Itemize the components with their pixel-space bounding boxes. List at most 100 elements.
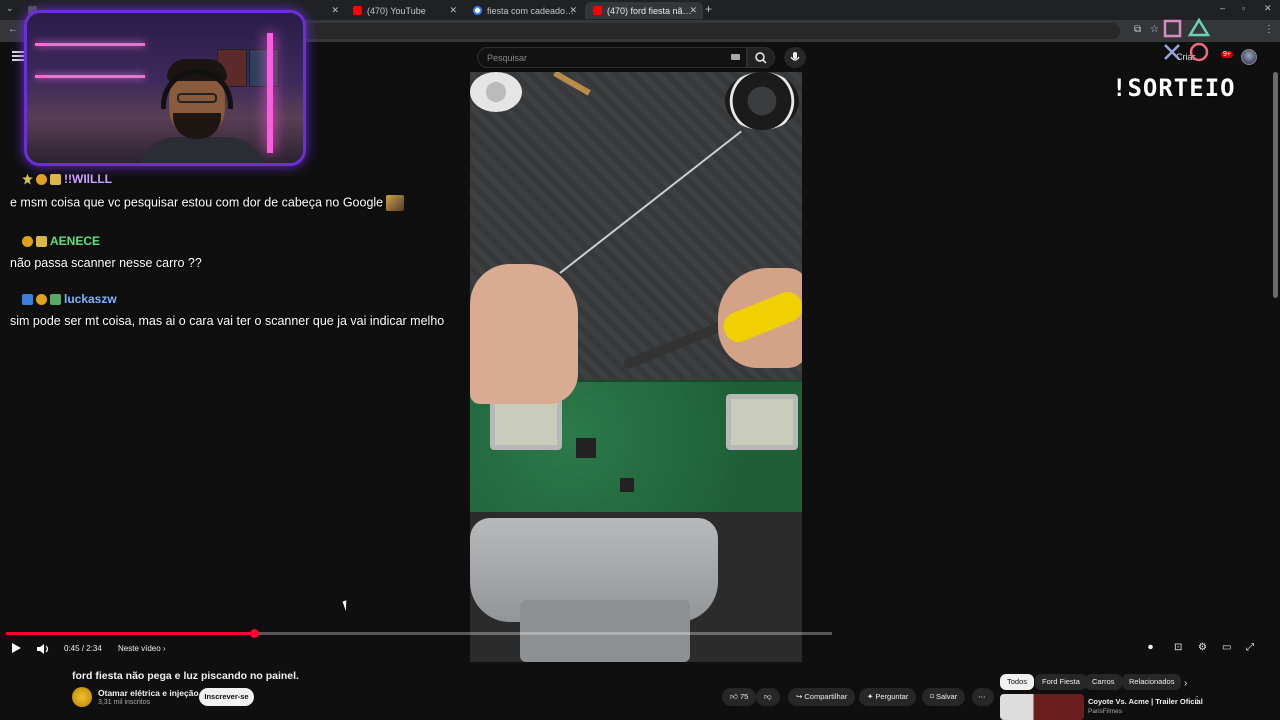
related-video-title[interactable]: Coyote Vs. Acme | Trailer Oficial [1088, 697, 1203, 706]
tab-close-icon[interactable]: ✕ [449, 5, 457, 16]
chat-message-1: e msm coisa que vc pesquisar estou com d… [10, 195, 405, 211]
tab-close-icon[interactable]: ✕ [331, 5, 339, 16]
close-window-icon[interactable]: ✕ [1264, 3, 1272, 14]
ask-button[interactable]: ✦ Perguntar [859, 688, 917, 706]
settings-gear-icon[interactable]: ⚙ [1198, 642, 1207, 653]
chip-relacionados[interactable]: Relacionados [1122, 674, 1182, 690]
share-button[interactable]: ↪ Compartilhar [788, 688, 856, 706]
related-more-icon[interactable]: ⋮ [1192, 695, 1202, 706]
badge-icon [36, 235, 47, 247]
badge-icon [22, 235, 33, 247]
more-actions-button[interactable]: ⋯ [972, 688, 994, 706]
bookmark-icon: ⌑ [930, 692, 934, 701]
related-video-thumbnail[interactable] [1000, 694, 1084, 720]
chips-next-icon[interactable]: › [1184, 678, 1187, 689]
minimize-icon[interactable]: – [1220, 3, 1225, 13]
like-button[interactable]: 👍︎ 75 [722, 688, 756, 706]
chip-all[interactable]: Todos [1000, 674, 1035, 690]
back-icon[interactable]: ← [8, 24, 18, 35]
screen: ⌄ ✕ (470) YouTube ✕ fiesta com cadeado p… [0, 0, 1280, 720]
theater-mode-icon[interactable]: ▭ [1222, 642, 1231, 653]
cam-neon-light [267, 33, 273, 153]
address-bar[interactable] [300, 23, 1120, 39]
like-count: 75 [739, 692, 749, 701]
video-chip [620, 478, 634, 492]
new-tab-button[interactable]: + [705, 2, 712, 16]
bookmark-star-icon[interactable]: ☆ [1150, 24, 1159, 35]
share-label: Compartilhar [804, 692, 848, 701]
subtitles-icon[interactable]: ⊡ [1174, 642, 1182, 653]
voice-search-button[interactable] [784, 47, 806, 68]
ask-label: Perguntar [875, 692, 909, 701]
sorteio-label: !SORTEIO [1112, 74, 1236, 102]
save-label: Salvar [935, 692, 958, 701]
chat-user-1: !!WIlLLL [22, 172, 112, 186]
streamer-webcam [24, 10, 306, 166]
browser-menu-icon[interactable]: ⋮ [1264, 24, 1274, 35]
video-chip [576, 438, 596, 458]
chat-user-2: AENECE [22, 234, 100, 248]
thumbs-down-icon: 👎︎ [764, 692, 772, 701]
cam-shelf-light [35, 75, 145, 78]
subscriber-count: 3,31 mil inscritos [98, 699, 151, 706]
page-scrollbar[interactable] [1273, 72, 1278, 298]
badge-icon [22, 293, 33, 305]
chat-user-3: luckaszw [22, 292, 117, 306]
tab-search-icon[interactable]: ⌄ [6, 3, 14, 14]
related-video-channel: ParisFilmes [1088, 708, 1122, 715]
video-title: ford fiesta não pega e luz piscando no p… [72, 670, 299, 682]
thumbs-up-icon: 👍︎ [730, 692, 738, 701]
tab-title: (470) ford fiesta não pega e luz [607, 5, 695, 16]
play-icon[interactable] [12, 643, 21, 653]
tab-google-search[interactable]: fiesta com cadeado piscando ✕ [465, 2, 583, 19]
chapter-button[interactable]: Neste vídeo › [118, 644, 166, 653]
sparkle-icon: ✦ [867, 692, 874, 701]
subscribe-button[interactable]: Inscrever-se [199, 688, 254, 706]
video-player[interactable] [470, 72, 802, 662]
chip-carros[interactable]: Carros [1085, 674, 1122, 690]
badge-icon [36, 293, 47, 305]
tab-current-video[interactable]: (470) ford fiesta não pega e luz ✕ [585, 2, 703, 19]
dislike-button[interactable]: 👎︎ [756, 688, 780, 706]
badge-icon [50, 173, 61, 185]
search-button[interactable] [747, 47, 775, 68]
badge-icon [22, 173, 33, 185]
install-icon[interactable]: ⧉ [1134, 24, 1141, 35]
menu-icon[interactable] [12, 51, 24, 61]
search-input[interactable]: Pesquisar [477, 47, 747, 68]
mouse-cursor-icon [342, 598, 354, 612]
cam-person-beard [173, 113, 221, 139]
tab-close-icon[interactable]: ✕ [689, 5, 697, 16]
cam-person-shirt [137, 137, 267, 163]
badge-icon [50, 293, 61, 305]
chip-ford-fiesta[interactable]: Ford Fiesta [1035, 674, 1087, 690]
progress-scrubber[interactable] [250, 629, 259, 638]
more-icon: ⋯ [978, 692, 986, 701]
google-favicon-icon [473, 6, 482, 15]
keyboard-icon[interactable] [731, 54, 740, 60]
channel-avatar[interactable] [72, 687, 92, 707]
channel-name[interactable]: Otamar elétrica e injeção [98, 688, 199, 698]
youtube-favicon-icon [593, 6, 602, 15]
tab-youtube[interactable]: (470) YouTube ✕ [345, 2, 463, 19]
tab-title: (470) YouTube [367, 5, 426, 16]
chat-message-text: e msm coisa que vc pesquisar estou com d… [10, 195, 384, 210]
chat-username: luckaszw [64, 292, 117, 306]
time-display: 0:45 / 2:34 [64, 644, 102, 653]
volume-icon[interactable] [36, 643, 50, 655]
save-button[interactable]: ⌑ Salvar [922, 688, 966, 706]
notification-count-badge[interactable]: 9+ [1221, 51, 1233, 58]
chapter-label: Neste vídeo [118, 644, 161, 653]
video-solder-spool [470, 72, 522, 112]
autoplay-toggle-icon[interactable]: ⏺ [1148, 642, 1153, 653]
account-avatar[interactable] [1241, 49, 1257, 65]
chat-message-2: não passa scanner nesse carro ?? [10, 256, 202, 270]
badge-icon [36, 173, 47, 185]
video-tape-roll [725, 72, 799, 130]
maximize-icon[interactable]: ▫ [1242, 3, 1245, 13]
search-icon [755, 52, 767, 64]
tab-close-icon[interactable]: ✕ [569, 5, 577, 16]
fullscreen-icon[interactable]: ⤢ [1246, 642, 1254, 653]
mic-icon [790, 52, 800, 61]
progress-played [6, 632, 254, 635]
